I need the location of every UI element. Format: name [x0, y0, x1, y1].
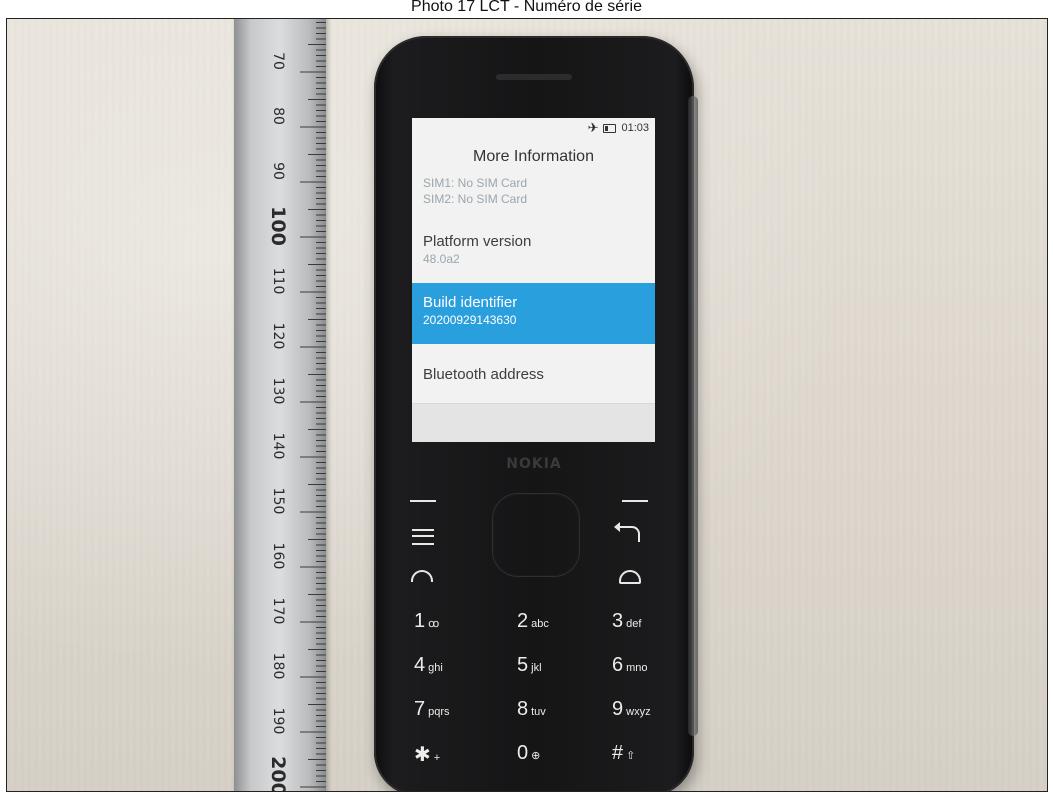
ruler: 70 80 90 100 110 120 130 140 150 160 170… — [234, 19, 326, 792]
key-digit: 0 — [517, 742, 529, 764]
key-7[interactable]: 7 pqrs — [414, 698, 494, 726]
key-1[interactable]: 1ꝏ — [414, 610, 494, 638]
keypad: 1ꝏ 2 abc 3 def 4 ghi 5 jkl 6 mno 7 pqrs 8 tuv — [374, 476, 694, 791]
key-digit: 8 — [517, 698, 529, 720]
key-letters: ⊕ — [531, 750, 541, 762]
status-icons: ✈ 01:03 — [587, 120, 649, 135]
key-8[interactable]: 8 tuv — [517, 698, 597, 726]
key-5[interactable]: 5 jkl — [517, 654, 597, 682]
list-item-label: Build identifier — [423, 294, 518, 311]
photograph: 70 80 90 100 110 120 130 140 150 160 170… — [6, 18, 1048, 792]
sim2-status: SIM2: No SIM Card — [423, 192, 528, 206]
key-digit: ✱ — [414, 744, 431, 766]
navigation-dpad[interactable] — [492, 493, 580, 577]
ruler-mark: 160 — [270, 542, 286, 570]
menu-icon[interactable] — [412, 529, 434, 545]
key-digit: 5 — [517, 654, 529, 676]
key-digit: # — [612, 742, 624, 764]
phone-screen: ✈ 01:03 More Information SIM1: No SIM Ca… — [412, 118, 655, 442]
ruler-mark: 90 — [270, 162, 286, 180]
key-letters: ꝏ — [428, 618, 440, 630]
list-item-value: 48.0a2 — [423, 252, 460, 266]
earpiece — [496, 74, 572, 80]
key-digit: 4 — [414, 654, 426, 676]
key-4[interactable]: 4 ghi — [414, 654, 494, 682]
screen-title: More Information — [473, 148, 594, 165]
list-item-platform-version[interactable]: Platform version 48.0a2 — [412, 233, 655, 266]
key-6[interactable]: 6 mno — [612, 654, 692, 682]
left-softkey[interactable] — [410, 500, 436, 502]
ruler-mark: 140 — [270, 432, 286, 460]
key-letters: jkl — [531, 662, 542, 674]
list-item-bluetooth-address[interactable]: Bluetooth address — [412, 366, 655, 383]
end-call-icon[interactable] — [619, 570, 641, 584]
ruler-mark: 180 — [270, 652, 286, 680]
status-bar: ✈ 01:03 — [412, 118, 655, 142]
brand-logo: NOKIA — [506, 456, 562, 472]
key-letters: abc — [531, 618, 549, 630]
ruler-mark: 200 — [267, 756, 289, 792]
ruler-mark: 150 — [270, 487, 286, 515]
battery-icon — [603, 123, 617, 133]
back-icon[interactable] — [614, 522, 640, 542]
key-letters: tuv — [531, 706, 546, 718]
nokia-phone: ✈ 01:03 More Information SIM1: No SIM Ca… — [374, 36, 698, 791]
key-2[interactable]: 2 abc — [517, 610, 597, 638]
list-item-label: Platform version — [423, 233, 532, 250]
ruler-mark: 110 — [270, 267, 286, 295]
key-hash[interactable]: # ⇧ — [612, 742, 692, 770]
key-digit: 1 — [414, 610, 426, 632]
key-3[interactable]: 3 def — [612, 610, 692, 638]
ruler-mark: 130 — [270, 377, 286, 405]
ruler-mark: 80 — [270, 107, 286, 125]
key-0[interactable]: 0 ⊕ — [517, 742, 597, 770]
key-star[interactable]: ✱ + — [414, 742, 494, 770]
key-letters: + — [433, 752, 441, 764]
key-digit: 6 — [612, 654, 624, 676]
key-9[interactable]: 9 wxyz — [612, 698, 692, 726]
status-time: 01:03 — [621, 122, 649, 134]
sim-info: SIM1: No SIM Card SIM2: No SIM Card — [423, 175, 527, 207]
ruler-mark: 120 — [270, 322, 286, 350]
sim1-status: SIM1: No SIM Card — [423, 176, 528, 190]
key-digit: 9 — [612, 698, 624, 720]
key-digit: 2 — [517, 610, 529, 632]
softkey-bar — [412, 403, 655, 442]
ruler-ticks — [300, 22, 326, 788]
key-letters: def — [626, 618, 642, 630]
ruler-mark: 100 — [267, 206, 289, 246]
key-digit: 3 — [612, 610, 624, 632]
key-digit: 7 — [414, 698, 426, 720]
call-icon[interactable] — [411, 570, 433, 582]
key-letters: ghi — [428, 662, 443, 674]
ruler-mark: 190 — [270, 707, 286, 735]
key-letters: mno — [626, 662, 648, 674]
list-item-build-identifier[interactable]: Build identifier 20200929143630 — [412, 283, 655, 344]
ruler-mark: 70 — [270, 52, 286, 70]
right-softkey[interactable] — [622, 500, 648, 502]
list-item-label: Bluetooth address — [423, 366, 544, 383]
key-letters: wxyz — [626, 706, 651, 718]
key-letters: ⇧ — [626, 750, 636, 762]
ruler-mark: 170 — [270, 597, 286, 625]
list-item-value: 20200929143630 — [423, 313, 517, 327]
photo-caption: Photo 17 LCT - Numéro de série — [411, 0, 642, 15]
airplane-icon: ✈ — [587, 120, 599, 135]
key-letters: pqrs — [428, 706, 450, 718]
